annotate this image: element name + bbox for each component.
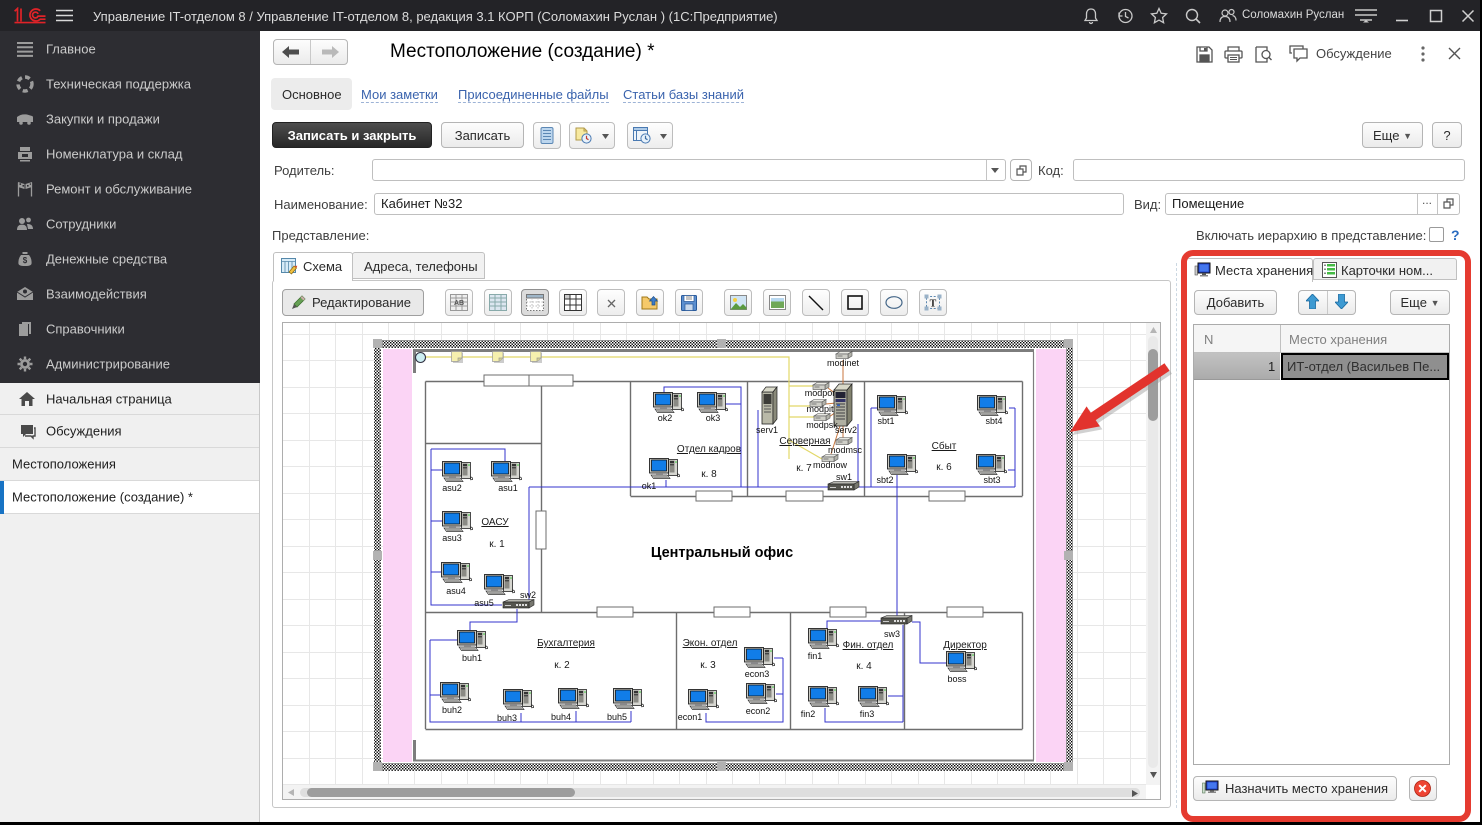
svg-text:asu3: asu3 (442, 533, 462, 543)
svg-text:fin2: fin2 (801, 709, 816, 719)
svg-text:modmsc: modmsc (828, 445, 863, 455)
svg-text:к. 3: к. 3 (700, 660, 716, 671)
svg-text:asu1: asu1 (498, 483, 518, 493)
svg-text:buh4: buh4 (551, 712, 571, 722)
svg-text:к. 6: к. 6 (936, 462, 952, 473)
svg-text:sw3: sw3 (884, 629, 900, 639)
svg-text:econ2: econ2 (746, 706, 771, 716)
svg-text:serv2: serv2 (835, 425, 857, 435)
svg-text:ok1: ok1 (642, 481, 657, 491)
svg-text:asu2: asu2 (442, 483, 462, 493)
svg-text:sbt2: sbt2 (876, 475, 893, 485)
svg-text:asu5: asu5 (474, 598, 494, 608)
svg-text:к. 4: к. 4 (856, 661, 872, 672)
svg-text:Бухгалтерия: Бухгалтерия (537, 638, 595, 649)
svg-text:$: $ (23, 256, 28, 265)
svg-text:modnow: modnow (813, 460, 848, 470)
svg-text:buh1: buh1 (462, 653, 482, 663)
svg-text:buh2: buh2 (442, 705, 462, 715)
svg-text:fin3: fin3 (860, 709, 875, 719)
svg-text:sbt1: sbt1 (877, 416, 894, 426)
svg-text:Серверная: Серверная (779, 436, 830, 447)
svg-text:к. 8: к. 8 (701, 469, 717, 480)
svg-text:к. 1: к. 1 (489, 539, 505, 550)
svg-text:Отдел кадров: Отдел кадров (677, 444, 741, 455)
svg-text:asu4: asu4 (446, 586, 466, 596)
svg-text:ok2: ok2 (658, 413, 673, 423)
svg-text:serv1: serv1 (756, 425, 778, 435)
svg-text:buh5: buh5 (607, 712, 627, 722)
svg-text:ОАСУ: ОАСУ (481, 517, 509, 528)
svg-text:sbt3: sbt3 (983, 475, 1000, 485)
svg-text:sw2: sw2 (520, 590, 536, 600)
svg-text:sw1: sw1 (836, 472, 852, 482)
svg-text:Директор: Директор (943, 640, 987, 651)
svg-text:modpit: modpit (806, 404, 834, 414)
svg-text:modinet: modinet (827, 358, 860, 368)
svg-text:Сбыт: Сбыт (932, 440, 957, 452)
svg-text:Фин. отдел: Фин. отдел (843, 640, 894, 651)
svg-text:T: T (930, 299, 937, 310)
svg-text:к. 2: к. 2 (554, 660, 570, 671)
svg-text:buh3: buh3 (497, 713, 517, 723)
svg-text:fin1: fin1 (808, 651, 823, 661)
svg-text:ok3: ok3 (706, 413, 721, 423)
svg-text:econ3: econ3 (745, 669, 770, 679)
svg-text:modpsk: modpsk (806, 420, 838, 430)
svg-text:econ1: econ1 (678, 712, 703, 722)
svg-text:к. 7: к. 7 (796, 463, 812, 474)
svg-text:Центральный офис: Центральный офис (651, 545, 793, 561)
svg-text:modpor: modpor (805, 388, 836, 398)
svg-text:Экон. отдел: Экон. отдел (683, 638, 738, 649)
svg-text:АВ: АВ (454, 300, 464, 307)
svg-text:boss: boss (947, 674, 967, 684)
svg-text:sbt4: sbt4 (985, 416, 1002, 426)
